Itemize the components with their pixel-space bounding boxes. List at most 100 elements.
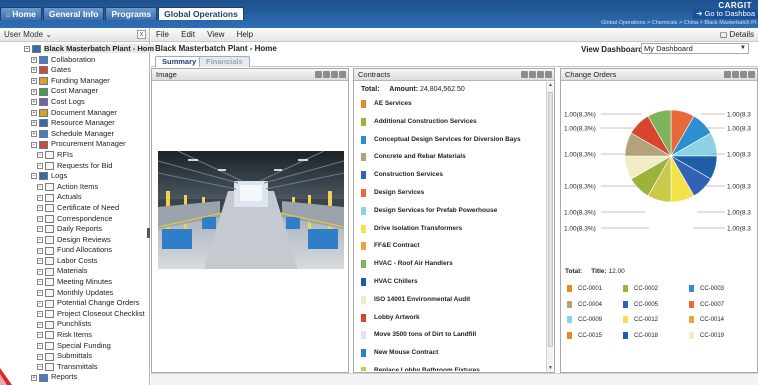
legend-item[interactable]: CC-0005: [623, 300, 658, 308]
tree-item[interactable]: − Submittals: [0, 351, 149, 362]
print-icon[interactable]: [529, 71, 536, 78]
collapse-icon[interactable]: −: [37, 162, 43, 169]
tree-item[interactable]: + Document Manager: [0, 108, 149, 119]
tree-item[interactable]: − Logs: [0, 171, 149, 182]
collapse-icon[interactable]: −: [37, 332, 43, 339]
tree-item[interactable]: + Reports: [0, 372, 149, 383]
legend-item[interactable]: CC-0014: [689, 316, 724, 323]
tree-item[interactable]: + Resource Manager: [0, 118, 149, 129]
tree-item[interactable]: − Transmittals: [0, 362, 149, 373]
legend-item[interactable]: CC-0018: [623, 331, 658, 339]
tab-financials[interactable]: Financials: [199, 56, 250, 67]
legend-item[interactable]: CC-0007: [689, 300, 724, 308]
scroll-down-icon[interactable]: ▼: [547, 365, 554, 372]
print-icon[interactable]: [323, 71, 330, 78]
menu-file[interactable]: File: [156, 28, 169, 42]
collapse-icon[interactable]: −: [37, 364, 43, 371]
collapse-icon[interactable]: −: [37, 226, 43, 233]
refresh-icon[interactable]: [521, 71, 528, 78]
expand-icon[interactable]: +: [31, 67, 37, 74]
refresh-icon[interactable]: [315, 71, 322, 78]
tree-item[interactable]: − Monthly Updates: [0, 288, 149, 299]
tree-item[interactable]: − Fund Allocations: [0, 245, 149, 256]
tree-item[interactable]: + Gates: [0, 65, 149, 76]
collapse-icon[interactable]: −: [37, 205, 43, 212]
contract-item[interactable]: Additional Construction Services: [361, 117, 543, 135]
collapse-icon[interactable]: −: [37, 279, 43, 286]
minimize-icon[interactable]: [740, 71, 747, 78]
contract-item[interactable]: Concrete and Rebar Materials: [361, 152, 543, 170]
collapse-icon[interactable]: −: [37, 289, 43, 296]
tab-summary[interactable]: Summary: [155, 56, 204, 67]
collapse-icon[interactable]: −: [24, 46, 30, 53]
contract-item[interactable]: Move 3500 tons of Dirt to Landfill: [361, 330, 543, 348]
collapse-icon[interactable]: −: [31, 173, 37, 180]
contract-item[interactable]: New Mouse Contract: [361, 348, 543, 366]
tree-item[interactable]: − Punchlists: [0, 319, 149, 330]
expand-icon[interactable]: +: [31, 120, 37, 127]
tree-item[interactable]: − Correspondence: [0, 214, 149, 225]
collapse-icon[interactable]: −: [37, 236, 43, 243]
print-icon[interactable]: [732, 71, 739, 78]
tree-item[interactable]: − Actuals: [0, 192, 149, 203]
menu-help[interactable]: Help: [237, 28, 253, 42]
tree-item[interactable]: − RFIs: [0, 150, 149, 161]
expand-icon[interactable]: +: [31, 78, 37, 85]
tree-item[interactable]: + Cost Logs: [0, 97, 149, 108]
tree-item[interactable]: − Design Reviews: [0, 235, 149, 246]
tab-programs[interactable]: Programs: [105, 7, 158, 20]
contract-item[interactable]: Construction Services: [361, 170, 543, 188]
tree-item[interactable]: − Project Closeout Checklist: [0, 309, 149, 320]
expand-icon[interactable]: +: [31, 88, 37, 95]
legend-item[interactable]: CC-0009: [567, 316, 602, 323]
tree-item[interactable]: + Schedule Manager: [0, 129, 149, 140]
menu-view[interactable]: View: [207, 28, 224, 42]
tree-item[interactable]: − Potential Change Orders: [0, 298, 149, 309]
tree-item[interactable]: − Risk Items: [0, 330, 149, 341]
contract-item[interactable]: Drive Isolation Transformers: [361, 224, 543, 242]
dashboard-select[interactable]: My Dashboard ▼: [641, 43, 749, 54]
contract-item[interactable]: ISO 14001 Environmental Audit: [361, 295, 543, 313]
collapse-icon[interactable]: −: [37, 194, 43, 201]
user-mode-dropdown[interactable]: User Mode ⌄ x: [0, 28, 149, 42]
collapse-icon[interactable]: −: [37, 342, 43, 349]
legend-item[interactable]: CC-0003: [689, 285, 724, 292]
contract-item[interactable]: FF&E Contract: [361, 241, 543, 259]
tree-item[interactable]: − Special Funding: [0, 341, 149, 352]
contract-item[interactable]: Lobby Artwork: [361, 313, 543, 331]
tree-item[interactable]: + Funding Manager: [0, 76, 149, 87]
collapse-icon[interactable]: −: [37, 184, 43, 191]
contract-item[interactable]: AE Services: [361, 99, 543, 117]
tree-item[interactable]: + Collaboration: [0, 55, 149, 66]
collapse-icon[interactable]: −: [37, 215, 43, 222]
minimize-icon[interactable]: [331, 71, 338, 78]
tab-general-info[interactable]: General Info: [42, 7, 105, 20]
collapse-icon[interactable]: −: [37, 353, 43, 360]
expand-icon[interactable]: +: [31, 109, 37, 116]
expand-icon[interactable]: +: [31, 56, 37, 63]
sidebar-collapse-handle[interactable]: [147, 228, 150, 238]
collapse-icon[interactable]: −: [31, 141, 37, 148]
close-sidebar-icon[interactable]: x: [137, 30, 146, 39]
legend-item[interactable]: CC-0015: [567, 331, 602, 339]
legend-item[interactable]: CC-0001: [567, 285, 602, 292]
tree-item[interactable]: − Certificate of Need: [0, 203, 149, 214]
collapse-icon[interactable]: −: [37, 311, 43, 318]
maximize-icon[interactable]: [339, 71, 346, 78]
contract-item[interactable]: HVAC Chillers: [361, 277, 543, 295]
maximize-icon[interactable]: [545, 71, 552, 78]
tree-item[interactable]: − Labor Costs: [0, 256, 149, 267]
maximize-icon[interactable]: [748, 71, 755, 78]
tree-item[interactable]: + Cost Manager: [0, 86, 149, 97]
tree-item[interactable]: − Materials: [0, 266, 149, 277]
menu-edit[interactable]: Edit: [181, 28, 195, 42]
legend-item[interactable]: CC-0012: [623, 316, 658, 323]
legend-item[interactable]: CC-0019: [689, 331, 724, 339]
collapse-icon[interactable]: −: [37, 300, 43, 307]
expand-icon[interactable]: +: [31, 374, 37, 381]
tree-item[interactable]: − Meeting Minutes: [0, 277, 149, 288]
scrollbar-thumb[interactable]: [548, 92, 553, 347]
contract-item[interactable]: Conceptual Design Services for Diversion…: [361, 135, 543, 153]
expand-icon[interactable]: +: [31, 131, 37, 138]
collapse-icon[interactable]: −: [37, 152, 43, 159]
